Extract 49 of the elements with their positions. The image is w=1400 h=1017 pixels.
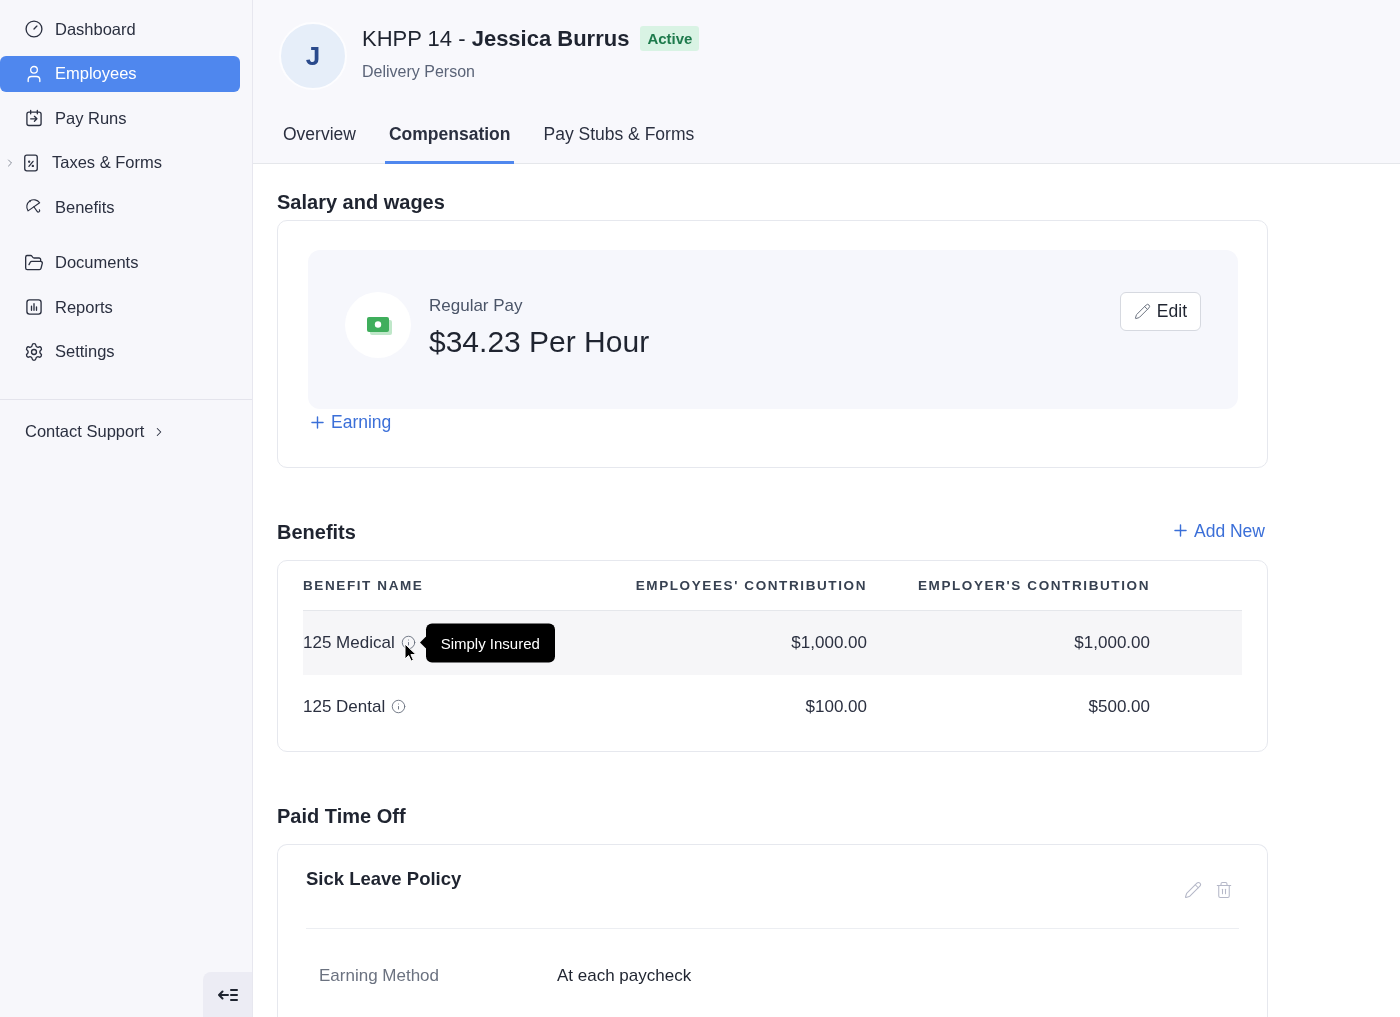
sidebar-item[interactable]: Reports xyxy=(0,289,240,325)
table-cell-text: $1,000.00 xyxy=(1073,632,1150,653)
plus-icon xyxy=(1171,521,1190,540)
sidebar-item[interactable]: Pay Runs xyxy=(0,100,240,136)
info-icon[interactable] xyxy=(400,635,416,650)
column-header: EMPLOYEES' CONTRIBUTION xyxy=(634,577,867,593)
edit-button[interactable]: Edit xyxy=(1119,292,1201,331)
folder-icon xyxy=(24,252,44,273)
column-header: EMPLOYER'S CONTRIBUTION xyxy=(916,577,1150,593)
section-title: Paid Time Off xyxy=(277,803,406,828)
settings-icon xyxy=(24,341,44,362)
employee-title: KHPP 14 - Jessica Burrus xyxy=(362,25,630,52)
status-badge: Active xyxy=(640,26,700,51)
section-title: Salary and wages xyxy=(277,190,445,214)
add-new-link[interactable]: Add New xyxy=(1171,519,1265,542)
sidebar-item[interactable]: Settings xyxy=(0,333,240,370)
bar-chart-icon xyxy=(24,297,44,317)
mouse-pointer-icon xyxy=(403,643,417,662)
pay-label: Regular Pay xyxy=(429,296,524,316)
sidebar-item[interactable]: Documents xyxy=(0,244,240,281)
pencil-icon xyxy=(1133,303,1151,320)
add-earning-link[interactable]: Earning xyxy=(308,411,392,433)
employee-role: Delivery Person xyxy=(362,61,476,82)
section-title: Benefits xyxy=(277,519,356,544)
tooltip-arrow-icon xyxy=(419,636,426,649)
tab[interactable]: Compensation xyxy=(384,124,515,164)
arrow-left-lines-icon xyxy=(217,987,238,1002)
gauge-icon xyxy=(24,19,44,39)
sidebar-item[interactable]: Taxes & Forms xyxy=(0,144,240,181)
tooltip: Simply Insured xyxy=(425,623,555,662)
table-cell-text: $1,000.00 xyxy=(790,632,867,653)
table-cell-text: $100.00 xyxy=(804,696,867,717)
field-value: At each paycheck xyxy=(557,965,692,986)
benefit-name: 125 Dental xyxy=(303,696,386,717)
policy-name: Sick Leave Policy xyxy=(306,867,462,890)
sidebar-item[interactable]: Benefits xyxy=(0,189,240,225)
tab[interactable]: Pay Stubs & Forms xyxy=(539,124,699,164)
percent-document-icon xyxy=(21,152,41,173)
benefit-name: 125 Medical xyxy=(303,632,395,653)
column-header: BENEFIT NAME xyxy=(303,577,425,593)
field-label: Earning Method xyxy=(319,965,441,986)
pay-amount: $34.23 Per Hour xyxy=(429,324,650,360)
tab[interactable]: Overview xyxy=(279,124,360,164)
avatar: J xyxy=(279,22,347,90)
sidebar-item[interactable]: Dashboard xyxy=(0,11,240,47)
collapse-sidebar-button[interactable] xyxy=(203,972,252,1017)
table-cell-text: $500.00 xyxy=(1087,696,1150,717)
contact-support-link[interactable]: Contact Support xyxy=(0,413,252,450)
cash-icon xyxy=(345,292,411,358)
